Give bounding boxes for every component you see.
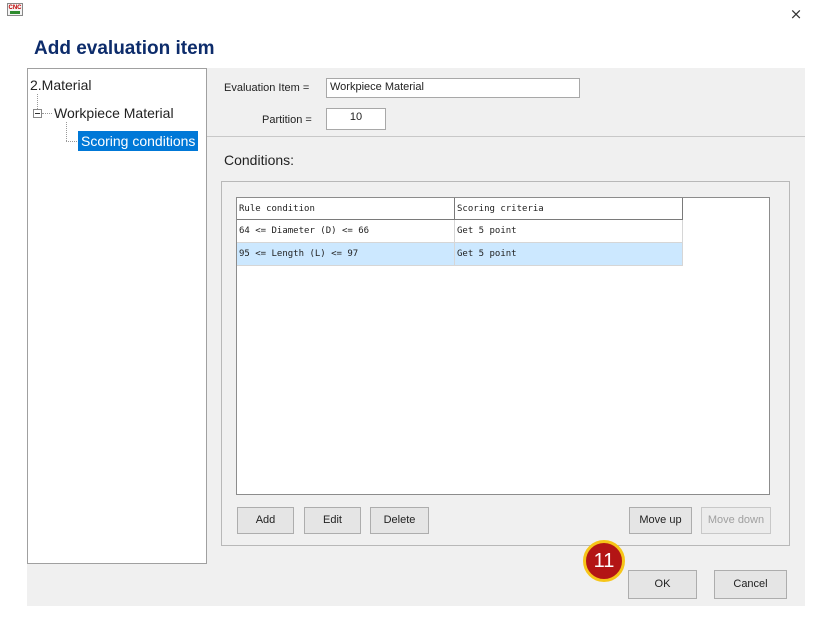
- rule-condition-cell: 95 <= Length (L) <= 97: [237, 243, 455, 265]
- step-number-badge: 11: [583, 540, 625, 582]
- evaluation-item-field[interactable]: Workpiece Material: [326, 78, 580, 98]
- edit-button[interactable]: Edit: [304, 507, 361, 534]
- table-row-selected[interactable]: 95 <= Length (L) <= 97 Get 5 point: [237, 243, 683, 266]
- tree-connector: [37, 94, 38, 109]
- minus-box-icon[interactable]: [33, 109, 42, 118]
- table-row[interactable]: 64 <= Diameter (D) <= 66 Get 5 point: [237, 220, 683, 243]
- delete-button[interactable]: Delete: [370, 507, 429, 534]
- add-button[interactable]: Add: [237, 507, 294, 534]
- move-up-button[interactable]: Move up: [629, 507, 692, 534]
- partition-label: Partition =: [262, 114, 312, 126]
- ok-button[interactable]: OK: [628, 570, 697, 599]
- column-header-scoring-criteria[interactable]: Scoring criteria: [455, 198, 683, 220]
- column-header-rule-condition[interactable]: Rule condition: [237, 198, 455, 220]
- scoring-criteria-cell: Get 5 point: [455, 220, 683, 242]
- tree-connector: [42, 113, 52, 114]
- partition-field[interactable]: 10: [326, 108, 386, 130]
- conditions-table[interactable]: Rule condition Scoring criteria 64 <= Di…: [236, 197, 770, 495]
- tree-item-workpiece-material[interactable]: Workpiece Material: [54, 105, 174, 121]
- conditions-label: Conditions:: [224, 152, 295, 168]
- tree-view[interactable]: 2.Material Workpiece Material Scoring co…: [27, 68, 207, 564]
- rule-condition-cell: 64 <= Diameter (D) <= 66: [237, 220, 455, 242]
- move-down-button[interactable]: Move down: [701, 507, 771, 534]
- evaluation-item-label: Evaluation Item =: [224, 82, 310, 94]
- dialog-title: Add evaluation item: [34, 38, 215, 59]
- tree-item-scoring-conditions[interactable]: Scoring conditions: [78, 131, 199, 151]
- close-icon[interactable]: ×: [786, 4, 806, 24]
- scoring-criteria-cell: Get 5 point: [455, 243, 683, 265]
- separator: [207, 136, 805, 137]
- tree-connector: [66, 141, 77, 142]
- cancel-button[interactable]: Cancel: [714, 570, 787, 599]
- app-icon: CNC: [7, 3, 23, 16]
- tree-item-material[interactable]: 2.Material: [30, 77, 91, 93]
- tree-connector: [66, 122, 67, 141]
